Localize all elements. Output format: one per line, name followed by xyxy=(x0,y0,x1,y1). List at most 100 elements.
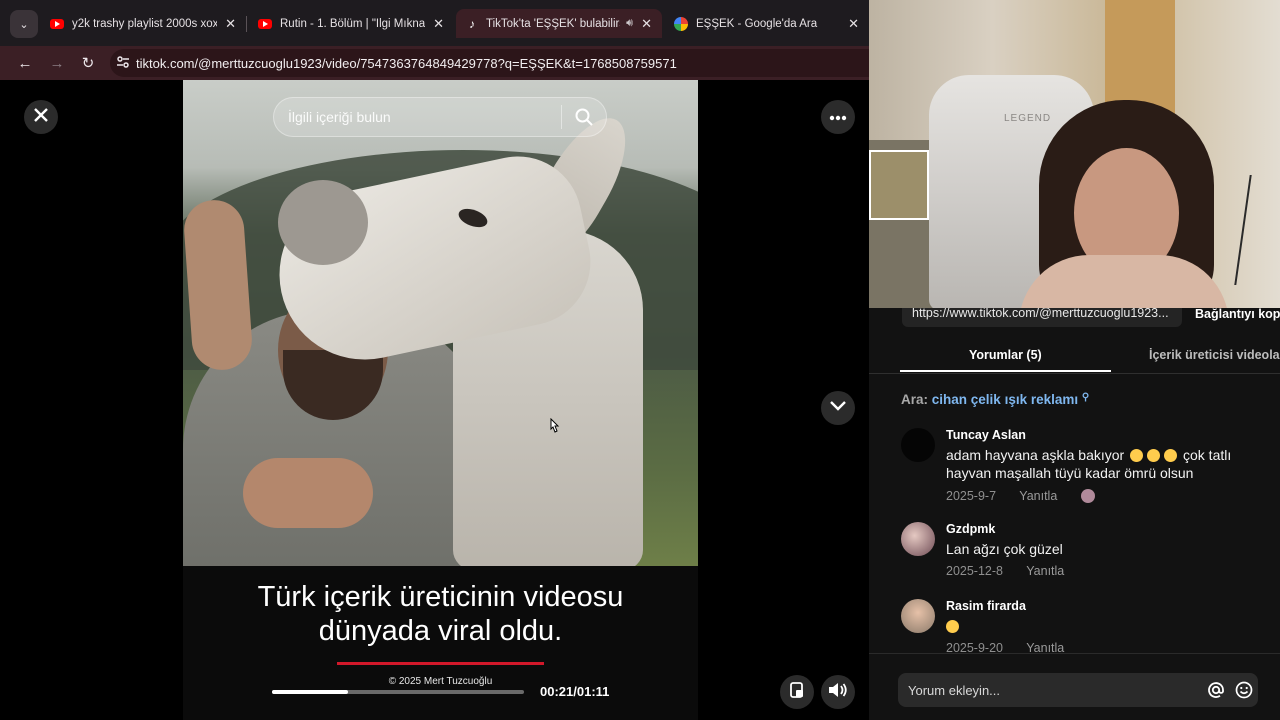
url-text[interactable]: tiktok.com/@merttuzcuoglu1923/video/7547… xyxy=(136,56,677,71)
chair-logo: LEGEND xyxy=(1004,113,1052,124)
forward-button[interactable]: → xyxy=(46,52,68,74)
video-progress-bar[interactable] xyxy=(272,690,524,694)
comment-text xyxy=(946,617,1266,635)
avatar[interactable] xyxy=(901,599,935,633)
caption-line-1: Türk içerik üreticinin videosu xyxy=(257,581,624,613)
chevron-down-icon xyxy=(829,399,847,417)
more-options-button[interactable] xyxy=(821,100,855,134)
tab-youtube-rutin[interactable]: Rutin - 1. Bölüm | "İlgi Mıknatıs ✕ xyxy=(248,9,454,38)
video-time: 00:21/01:11 xyxy=(540,684,610,699)
video-image xyxy=(183,80,698,566)
tab-creator-videos[interactable]: İçerik üreticisi videoları xyxy=(1149,348,1280,362)
tab-title: TikTok'ta 'EŞŞEK' bulabilirsin xyxy=(486,17,621,30)
comment-item: Tuncay Aslan adam hayvana aşkla bakıyor … xyxy=(901,428,1271,508)
comment-text: Lan ağzı çok güzel xyxy=(946,541,1063,557)
close-icon[interactable]: ✕ xyxy=(433,16,444,32)
pip-icon xyxy=(789,681,805,704)
share-link-row: https://www.tiktok.com/@merttuzcuoglu192… xyxy=(869,308,1280,330)
reply-button[interactable]: Yanıtla xyxy=(1019,489,1057,503)
copyright-text: © 2025 Mert Tuzcuoğlu xyxy=(388,676,493,687)
browser-tabbar: ⌄ y2k trashy playlist 2000s xoxo! ✕ Ruti… xyxy=(0,0,869,46)
comment-composer xyxy=(869,653,1280,720)
tab-youtube-playlist[interactable]: y2k trashy playlist 2000s xoxo! ✕ xyxy=(40,9,246,38)
video-frame[interactable]: Türk içerik üreticinin videosu dünyada v… xyxy=(183,80,698,720)
speaker-icon[interactable]: 🔊︎ xyxy=(626,17,633,30)
arrow-left-icon: ← xyxy=(17,54,33,72)
tiktok-icon: ♪ xyxy=(469,16,475,31)
comment-date: 2025-9-7 xyxy=(946,489,997,503)
video-caption: Türk içerik üreticinin videosu dünyada v… xyxy=(183,580,698,648)
omnibox[interactable]: tiktok.com/@merttuzcuoglu1923/video/7547… xyxy=(110,49,870,77)
tab-title: Rutin - 1. Bölüm | "İlgi Mıknatıs xyxy=(280,17,426,30)
comment-meta: 2025-9-7 Yanıtla xyxy=(946,489,1095,503)
tab-comments[interactable]: Yorumlar (5) xyxy=(969,348,1042,362)
comment-author[interactable]: Tuncay Aslan xyxy=(946,428,1026,442)
related-search-input[interactable] xyxy=(274,109,561,125)
comment-date: 2025-12-8 xyxy=(946,564,1003,578)
chevron-down-icon: ⌄ xyxy=(19,18,29,31)
search-icon: ⚲ xyxy=(1081,392,1090,403)
webcam-overlay: LEGEND xyxy=(869,0,1280,308)
mouse-cursor xyxy=(548,417,560,439)
close-video-button[interactable] xyxy=(24,100,58,134)
tab-divider xyxy=(246,16,247,32)
laugh-emoji-icon xyxy=(946,620,959,633)
grin-emoji-icon xyxy=(1147,449,1161,462)
reload-icon: ↻ xyxy=(81,55,95,72)
panel-tabs: Yorumlar (5) İçerik üreticisi videoları xyxy=(869,340,1280,374)
grin-emoji-icon xyxy=(1130,449,1144,462)
comment-meta: 2025-12-8 Yanıtla xyxy=(946,564,1084,578)
tab-tiktok[interactable]: ♪ TikTok'ta 'EŞŞEK' bulabilirsin 🔊︎ ✕ xyxy=(456,9,662,38)
emoji-icon[interactable] xyxy=(1230,676,1258,704)
tab-search-button[interactable]: ⌄ xyxy=(10,10,38,38)
search-icon[interactable] xyxy=(562,108,606,126)
address-bar-row: ← → ↻ tiktok.com/@merttuzcuoglu1923/vide… xyxy=(0,46,870,80)
share-link-field[interactable]: https://www.tiktok.com/@merttuzcuoglu192… xyxy=(902,308,1182,327)
caption-underline xyxy=(337,662,544,665)
reply-button[interactable]: Yanıtla xyxy=(1026,564,1064,578)
search-suggestion-label: Ara: xyxy=(901,392,929,407)
comments-panel: https://www.tiktok.com/@merttuzcuoglu192… xyxy=(869,308,1280,720)
youtube-icon xyxy=(50,18,64,29)
comment-item: Gzdpmk Lan ağzı çok güzel 2025-12-8 Yanı… xyxy=(901,522,1271,582)
video-viewer: Türk içerik üreticinin videosu dünyada v… xyxy=(0,80,869,720)
tab-google-search[interactable]: EŞŞEK - Google'da Ara ✕ xyxy=(664,9,869,38)
comment-item: Rasim firarda 2025-9-20 Yanıtla xyxy=(901,599,1271,659)
related-search-bar[interactable] xyxy=(273,97,607,137)
creator-avatar-icon xyxy=(1080,489,1095,503)
comment-author[interactable]: Rasim firarda xyxy=(946,599,1026,613)
youtube-icon xyxy=(258,18,272,29)
close-icon xyxy=(33,107,49,128)
floating-player-button[interactable] xyxy=(780,675,814,709)
site-settings-icon[interactable] xyxy=(110,55,136,72)
search-suggestion-query[interactable]: cihan çelik ışık reklamı xyxy=(932,392,1078,407)
tab-title: EŞŞEK - Google'da Ara xyxy=(696,17,818,30)
comment-text-part: adam hayvana aşkla bakıyor xyxy=(946,447,1125,463)
close-icon[interactable]: ✕ xyxy=(848,16,859,32)
avatar[interactable] xyxy=(901,522,935,556)
comment-input[interactable] xyxy=(898,682,1202,698)
progress-fill xyxy=(272,690,348,694)
comment-author[interactable]: Gzdpmk xyxy=(946,522,995,536)
close-icon[interactable]: ✕ xyxy=(641,16,652,32)
arrow-right-icon: → xyxy=(49,54,65,72)
comment-text: adam hayvana aşkla bakıyor çok tatlı hay… xyxy=(946,446,1266,482)
search-suggestion[interactable]: Ara: cihan çelik ışık reklamı ⚲ xyxy=(901,392,1089,407)
reload-button[interactable]: ↻ xyxy=(77,52,99,74)
back-button[interactable]: ← xyxy=(14,52,36,74)
mention-icon[interactable] xyxy=(1202,676,1230,704)
next-video-button[interactable] xyxy=(821,391,855,425)
caption-line-2: dünyada viral oldu. xyxy=(318,615,563,647)
speaker-icon xyxy=(828,682,848,703)
close-icon[interactable]: ✕ xyxy=(225,16,236,32)
active-tab-indicator xyxy=(900,370,1111,372)
comment-input-box[interactable] xyxy=(898,673,1258,707)
tab-title: y2k trashy playlist 2000s xoxo! xyxy=(72,17,218,30)
screen: ⌄ y2k trashy playlist 2000s xoxo! ✕ Ruti… xyxy=(0,0,1280,720)
more-horizontal-icon xyxy=(829,108,847,126)
volume-button[interactable] xyxy=(821,675,855,709)
copy-link-button[interactable]: Bağlantıyı kop xyxy=(1195,308,1280,321)
avatar[interactable] xyxy=(901,428,935,462)
google-icon xyxy=(674,16,688,31)
grin-emoji-icon xyxy=(1164,449,1178,462)
